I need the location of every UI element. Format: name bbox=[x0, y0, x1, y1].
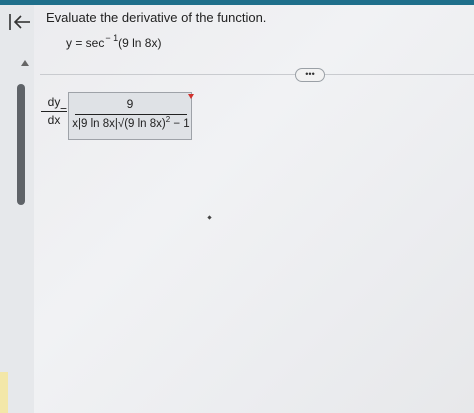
equals-sign: = bbox=[60, 103, 68, 117]
side-highlight bbox=[0, 372, 8, 413]
answer-numerator[interactable]: 9 bbox=[69, 97, 191, 111]
function-argument: (9 ln 8x) bbox=[118, 36, 162, 50]
denominator-prefix: x|9 ln 8x|√(9 ln 8x) bbox=[72, 118, 166, 130]
denominator-suffix: − 1 bbox=[170, 118, 190, 130]
scrollbar-thumb[interactable] bbox=[17, 84, 25, 205]
function-text: y = sec bbox=[66, 36, 105, 50]
section-divider bbox=[40, 74, 474, 75]
function-equation: y = sec− 1(9 ln 8x) bbox=[66, 33, 162, 50]
exponent: − 1 bbox=[105, 33, 119, 43]
answer-flag-icon bbox=[188, 94, 194, 99]
more-options-button[interactable]: ••• bbox=[295, 68, 325, 82]
answer-fraction-bar bbox=[75, 114, 187, 115]
denominator-power: 2 bbox=[165, 115, 171, 124]
collapse-left-icon[interactable] bbox=[8, 10, 32, 34]
answer-input[interactable]: 9 x|9 ln 8x|√(9 ln 8x)2 − 1 bbox=[68, 92, 192, 140]
question-prompt: Evaluate the derivative of the function. bbox=[46, 10, 267, 25]
answer-denominator[interactable]: x|9 ln 8x|√(9 ln 8x)2 − 1 bbox=[71, 115, 191, 130]
scroll-up-icon[interactable] bbox=[20, 58, 30, 68]
content-area bbox=[34, 5, 474, 413]
